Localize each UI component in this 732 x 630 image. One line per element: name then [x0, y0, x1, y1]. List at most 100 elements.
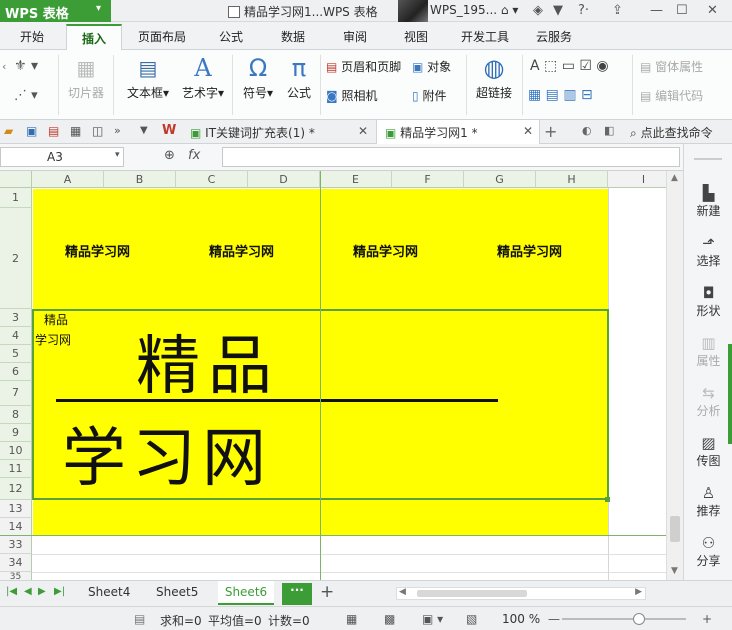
fill-handle[interactable] — [605, 497, 610, 502]
macro-icon[interactable]: ▤ — [134, 612, 145, 626]
panel-new-button[interactable]: ▙ 新建 — [684, 184, 732, 219]
minimize-icon[interactable]: — — [650, 3, 663, 18]
column-header[interactable]: D — [248, 171, 320, 188]
column-header[interactable]: C — [176, 171, 248, 188]
settings-icon[interactable]: ◈ — [533, 3, 543, 18]
page-break-view-icon[interactable]: ▩ — [384, 612, 395, 626]
page-layout-view-icon[interactable]: ▣ ▾ — [422, 612, 443, 626]
maximize-icon[interactable]: ☐ — [676, 3, 688, 18]
row-header[interactable]: 33 — [0, 536, 32, 554]
scroll-up-icon[interactable]: ▲ — [671, 173, 678, 183]
row-header[interactable]: 1 — [0, 188, 32, 208]
user-name[interactable]: WPS_195... ⌂ ▾ — [430, 3, 518, 17]
scroll-right-icon[interactable]: ▶ — [635, 587, 642, 597]
hyperlink-button[interactable]: ◍ 超链接 — [472, 54, 516, 101]
avatar[interactable] — [398, 0, 428, 22]
tab-home[interactable]: 开始 — [20, 28, 44, 45]
app-menu-button[interactable]: WPS 表格 ▾ — [0, 0, 111, 22]
open-icon[interactable]: ▰ — [4, 124, 13, 138]
new-tab-icon[interactable]: + — [544, 122, 557, 141]
column-header[interactable]: B — [104, 171, 176, 188]
command-search[interactable]: ⌕ 点此查找命令 — [630, 124, 713, 141]
row-header[interactable]: 10 — [0, 442, 32, 460]
column-header[interactable]: A — [32, 171, 104, 188]
zoom-slider-knob[interactable] — [632, 613, 645, 625]
more-icon[interactable]: » — [114, 124, 121, 137]
reading-mode-icon[interactable]: ▧ — [466, 612, 477, 626]
vertical-scrollbar[interactable]: ▲ ▼ — [666, 171, 683, 580]
more-sheets-button[interactable]: ··· — [282, 583, 312, 605]
scroll-down-icon[interactable]: ▼ — [671, 566, 678, 576]
row-header[interactable]: 11 — [0, 460, 32, 478]
zoom-icon[interactable]: ⊕ — [164, 148, 175, 163]
form-controls-icons-row2[interactable]: ▦ ▤ ▥ ⊟ — [528, 87, 593, 103]
zoom-out-icon[interactable]: — — [548, 612, 560, 626]
sheet-tab[interactable]: Sheet5 — [156, 585, 198, 599]
object-button[interactable]: ▣ 对象 — [412, 58, 451, 75]
panel-share-button[interactable]: ⚇ 分享 — [684, 534, 732, 569]
next-sheet-icon[interactable]: ▶ — [38, 586, 46, 597]
wordart-button[interactable]: A 艺术字▾ — [178, 54, 228, 101]
row-header[interactable]: 12 — [0, 478, 32, 500]
symbol-button[interactable]: Ω 符号▾ — [238, 54, 278, 101]
tab-page-layout[interactable]: 页面布局 — [138, 28, 186, 45]
add-sheet-button[interactable]: + — [320, 582, 334, 602]
row-header[interactable]: 9 — [0, 424, 32, 442]
row-header[interactable]: 14 — [0, 518, 32, 536]
dropdown-icon[interactable]: ▼ — [140, 125, 148, 136]
share-window-icon[interactable]: ⇪ — [612, 3, 623, 18]
close-icon[interactable]: ✕ — [707, 3, 718, 18]
column-header[interactable]: E — [320, 171, 392, 188]
print-icon[interactable]: ▦ — [70, 124, 81, 138]
tab-data[interactable]: 数据 — [281, 28, 305, 45]
skin-icon[interactable]: ▼ — [553, 3, 563, 18]
row-header[interactable]: 13 — [0, 500, 32, 518]
last-sheet-icon[interactable]: ▶| — [54, 586, 65, 597]
sheet-tab-active[interactable]: Sheet6 — [218, 581, 274, 605]
doc-nav-icon[interactable]: ◐ — [582, 124, 592, 137]
scroll-thumb[interactable] — [670, 516, 680, 542]
select-all-corner[interactable] — [0, 171, 32, 188]
tab-insert[interactable]: 插入 — [66, 24, 122, 51]
close-tab-icon[interactable]: ✕ — [523, 124, 533, 138]
slicer-button[interactable]: ▦ 切片器 — [66, 56, 106, 101]
normal-view-icon[interactable]: ▦ — [346, 612, 357, 626]
panel-collapse-handle[interactable] — [728, 344, 732, 444]
row-header[interactable]: 4 — [0, 327, 32, 345]
row-header[interactable]: 34 — [0, 554, 32, 572]
formula-input[interactable] — [222, 147, 680, 167]
doc-tab-active[interactable]: ▣ 精品学习网1 * ✕ — [376, 120, 540, 144]
panel-upload-image-button[interactable]: ▨ 传图 — [684, 434, 732, 469]
preview-icon[interactable]: ◫ — [92, 124, 103, 138]
tab-formulas[interactable]: 公式 — [219, 28, 243, 45]
name-box[interactable]: A3 ▾ — [0, 147, 124, 167]
zoom-level[interactable]: 100 % — [502, 612, 540, 626]
row-header[interactable]: 7 — [0, 381, 32, 406]
row-header[interactable]: 5 — [0, 345, 32, 363]
horizontal-scrollbar[interactable]: ◀ ▶ — [396, 587, 646, 600]
attachment-button[interactable]: ▯ 附件 — [412, 87, 446, 104]
tab-review[interactable]: 审阅 — [343, 28, 367, 45]
column-header[interactable]: I — [608, 171, 666, 188]
scroll-left-icon[interactable]: ◀ — [399, 587, 406, 597]
column-header[interactable]: H — [536, 171, 608, 188]
sparkline-icon[interactable]: ⋰ ▾ — [14, 88, 38, 103]
header-footer-button[interactable]: ▤ 页眉和页脚 — [326, 58, 401, 75]
sheet-tab[interactable]: Sheet4 — [88, 585, 130, 599]
tab-view[interactable]: 视图 — [404, 28, 428, 45]
spreadsheet-grid[interactable]: A B C D E F G H I 1 2 3 4 5 6 7 8 9 10 1… — [0, 171, 666, 580]
row-header[interactable]: 2 — [0, 208, 32, 309]
tab-cloud[interactable]: 云服务 — [536, 28, 572, 45]
zoom-slider[interactable] — [562, 613, 686, 625]
tab-developer[interactable]: 开发工具 — [461, 28, 509, 45]
panel-select-button[interactable]: ⬏ 选择 — [684, 234, 732, 269]
row-header[interactable]: 6 — [0, 363, 32, 381]
close-tab-icon[interactable]: ✕ — [358, 124, 368, 138]
prev-sheet-icon[interactable]: ◀ — [24, 586, 32, 597]
panel-recommend-button[interactable]: ♙ 推荐 — [684, 484, 732, 519]
doc-menu-icon[interactable]: ◧ — [604, 124, 614, 137]
form-controls-icons[interactable]: A ⬚ ▭ ☑ ◉ — [530, 58, 609, 74]
wps-logo-icon[interactable]: W — [162, 123, 176, 138]
column-header[interactable]: G — [464, 171, 536, 188]
first-sheet-icon[interactable]: |◀ — [6, 586, 17, 597]
